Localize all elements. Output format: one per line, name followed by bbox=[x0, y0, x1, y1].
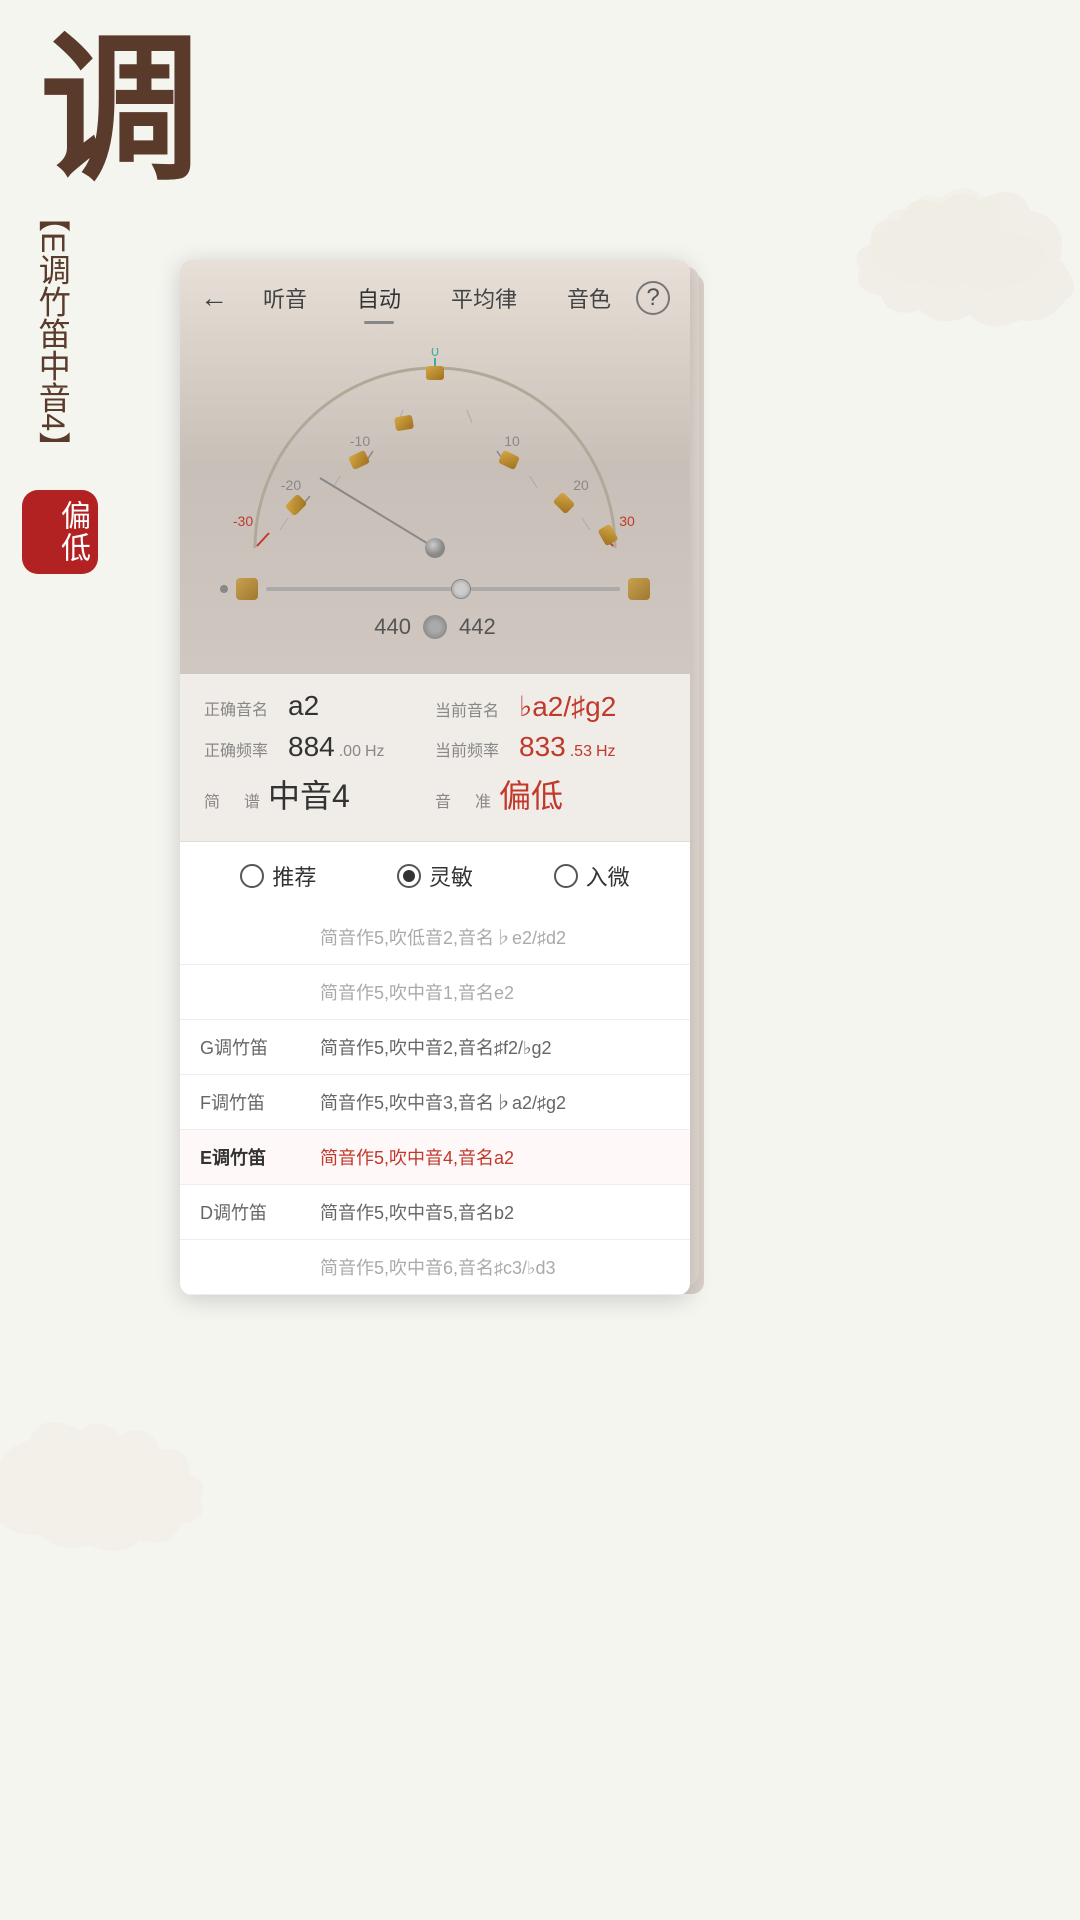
instrument-list: 简音作5,吹低音2,音名♭e2/♯d2 简音作5,吹中音1,音名e2 G调竹笛 … bbox=[180, 910, 690, 1295]
slider-area bbox=[190, 568, 680, 600]
slider-knob-right bbox=[628, 578, 650, 600]
current-note-value: ♭a2/♯g2 bbox=[519, 690, 616, 723]
list-item-1[interactable]: 简音作5,吹中音1,音名e2 bbox=[180, 965, 690, 1020]
list-key-d: D调竹笛 bbox=[200, 1199, 320, 1225]
list-item-0[interactable]: 简音作5,吹低音2,音名♭e2/♯d2 bbox=[180, 910, 690, 965]
correct-freq-main: 884 bbox=[288, 731, 335, 763]
yinzhun-info-row: 音 准 偏低 bbox=[435, 771, 666, 817]
cloud-bottom-left-decoration bbox=[0, 1390, 280, 1590]
current-freq-unit: Hz bbox=[596, 743, 616, 761]
main-card: ← 听音 自动 平均律 音色 ? -30 bbox=[180, 260, 690, 1295]
slider-thumb bbox=[451, 579, 471, 599]
meter-container: -30 -20 -10 0 10 20 bbox=[225, 348, 645, 568]
list-item-e[interactable]: E调竹笛 简音作5,吹中音4,音名a2 bbox=[180, 1130, 690, 1185]
current-note-label: 当前音名 bbox=[435, 697, 515, 721]
correct-freq-row: 正确频率 884 .00 Hz bbox=[204, 731, 435, 763]
help-button[interactable]: ? bbox=[636, 281, 670, 315]
tab-listen[interactable]: 听音 bbox=[255, 278, 315, 318]
app-title-char: 调 bbox=[40, 30, 200, 190]
list-value-1: 简音作5,吹中音1,音名e2 bbox=[320, 979, 514, 1005]
jianpu-label: 简 谱 bbox=[204, 788, 264, 812]
bracket-open: 【 bbox=[35, 200, 71, 232]
list-value-e: 简音作5,吹中音4,音名a2 bbox=[320, 1144, 514, 1170]
context-text: E调竹笛中音4 bbox=[35, 232, 71, 431]
correct-freq-label: 正确频率 bbox=[204, 737, 284, 761]
correct-freq-decimal: .00 bbox=[339, 743, 361, 761]
correct-note-value: a2 bbox=[288, 690, 319, 722]
svg-text:-30: -30 bbox=[233, 513, 253, 529]
tab-auto[interactable]: 自动 bbox=[349, 278, 409, 318]
vertical-context-label: 【E调竹笛中音4】 bbox=[30, 200, 75, 463]
slider-track[interactable] bbox=[266, 587, 620, 591]
list-item-g[interactable]: G调竹笛 简音作5,吹中音2,音名♯f2/♭g2 bbox=[180, 1020, 690, 1075]
radio-option-recommend[interactable]: 推荐 bbox=[240, 860, 316, 892]
radio-option-sensitive[interactable]: 灵敏 bbox=[397, 860, 473, 892]
freq-display: 440 442 bbox=[190, 614, 680, 640]
freq-left-value: 440 bbox=[374, 614, 411, 640]
list-key-f: F调竹笛 bbox=[200, 1089, 320, 1115]
list-value-f: 简音作5,吹中音3,音名♭a2/♯g2 bbox=[320, 1089, 566, 1115]
correct-freq-section: 正确频率 884 .00 Hz bbox=[204, 731, 435, 771]
current-note-section: 当前音名 ♭a2/♯g2 bbox=[435, 690, 666, 731]
current-freq-label: 当前频率 bbox=[435, 737, 515, 761]
back-button[interactable]: ← bbox=[200, 282, 228, 314]
list-key-e: E调竹笛 bbox=[200, 1144, 320, 1170]
list-value-0: 简音作5,吹低音2,音名♭e2/♯d2 bbox=[320, 924, 566, 950]
tab-equal-temperament[interactable]: 平均律 bbox=[443, 278, 525, 318]
nav-tabs: 听音 自动 平均律 音色 bbox=[238, 278, 636, 318]
svg-text:10: 10 bbox=[504, 433, 520, 449]
jianpu-row: 简 谱 中音4 音 准 偏低 bbox=[204, 771, 666, 825]
correct-freq-unit: Hz bbox=[365, 743, 385, 761]
radio-label-sensitive: 灵敏 bbox=[429, 860, 473, 892]
svg-text:0: 0 bbox=[431, 348, 439, 359]
sensitivity-radio-bar: 推荐 灵敏 入微 bbox=[180, 841, 690, 910]
current-note-row: 当前音名 ♭a2/♯g2 bbox=[435, 690, 666, 723]
info-panel: 正确音名 a2 当前音名 ♭a2/♯g2 正确频率 884 .00 bbox=[180, 674, 690, 841]
top-navigation: ← 听音 自动 平均律 音色 ? bbox=[180, 260, 690, 328]
svg-text:20: 20 bbox=[573, 477, 589, 493]
bracket-close: 】 bbox=[35, 431, 71, 463]
radio-option-fine[interactable]: 入微 bbox=[554, 860, 630, 892]
freq-dot bbox=[423, 615, 447, 639]
svg-text:30: 30 bbox=[619, 513, 635, 529]
svg-text:-10: -10 bbox=[350, 433, 370, 449]
yinzhun-section: 音 准 偏低 bbox=[435, 771, 666, 825]
list-value-d: 简音作5,吹中音5,音名b2 bbox=[320, 1199, 514, 1225]
radio-circle-sensitive bbox=[397, 864, 421, 888]
meter-arc-svg: -30 -20 -10 0 10 20 bbox=[225, 348, 645, 568]
current-freq-main: 833 bbox=[519, 731, 566, 763]
tuner-display: -30 -20 -10 0 10 20 bbox=[180, 328, 690, 674]
correct-note-section: 正确音名 a2 bbox=[204, 690, 435, 731]
radio-circle-fine bbox=[554, 864, 578, 888]
current-freq-decimal: .53 bbox=[570, 743, 592, 761]
svg-text:-20: -20 bbox=[281, 477, 301, 493]
list-key-g: G调竹笛 bbox=[200, 1034, 320, 1060]
note-info-row: 正确音名 a2 当前音名 ♭a2/♯g2 bbox=[204, 690, 666, 731]
list-item-6[interactable]: 简音作5,吹中音6,音名♯c3/♭d3 bbox=[180, 1240, 690, 1295]
jianpu-section: 简 谱 中音4 bbox=[204, 771, 435, 825]
freq-info-row: 正确频率 884 .00 Hz 当前频率 833 .53 Hz bbox=[204, 731, 666, 771]
correct-note-row: 正确音名 a2 bbox=[204, 690, 435, 722]
correct-note-label: 正确音名 bbox=[204, 696, 284, 720]
pitch-status-badge: 偏低 bbox=[22, 490, 98, 574]
card-stack: ← 听音 自动 平均律 音色 ? -30 bbox=[180, 260, 700, 1295]
current-freq-row: 当前频率 833 .53 Hz bbox=[435, 731, 666, 763]
jianpu-value: 中音4 bbox=[268, 771, 350, 817]
freq-right-value: 442 bbox=[459, 614, 496, 640]
list-value-g: 简音作5,吹中音2,音名♯f2/♭g2 bbox=[320, 1034, 552, 1060]
radio-circle-recommend bbox=[240, 864, 264, 888]
tab-timbre[interactable]: 音色 bbox=[559, 278, 619, 318]
list-item-f[interactable]: F调竹笛 简音作5,吹中音3,音名♭a2/♯g2 bbox=[180, 1075, 690, 1130]
cloud-top-right-decoration bbox=[820, 180, 1080, 340]
jianpu-info-row: 简 谱 中音4 bbox=[204, 771, 435, 817]
list-item-d[interactable]: D调竹笛 简音作5,吹中音5,音名b2 bbox=[180, 1185, 690, 1240]
list-value-6: 简音作5,吹中音6,音名♯c3/♭d3 bbox=[320, 1254, 556, 1280]
yinzhun-label: 音 准 bbox=[435, 788, 495, 812]
slider-dot-left bbox=[220, 585, 228, 593]
radio-label-fine: 入微 bbox=[586, 860, 630, 892]
current-freq-section: 当前频率 833 .53 Hz bbox=[435, 731, 666, 771]
yinzhun-value: 偏低 bbox=[499, 771, 563, 817]
slider-knob-left bbox=[236, 578, 258, 600]
radio-label-recommend: 推荐 bbox=[272, 860, 316, 892]
